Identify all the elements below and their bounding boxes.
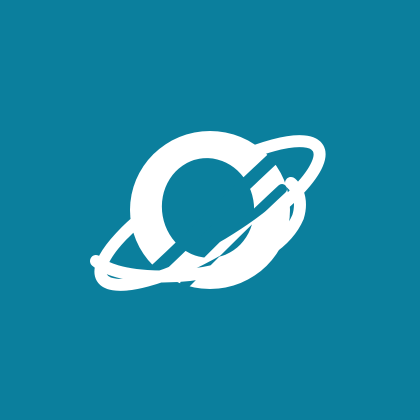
app-icon-tile — [0, 0, 420, 420]
planet-icon — [90, 131, 326, 291]
